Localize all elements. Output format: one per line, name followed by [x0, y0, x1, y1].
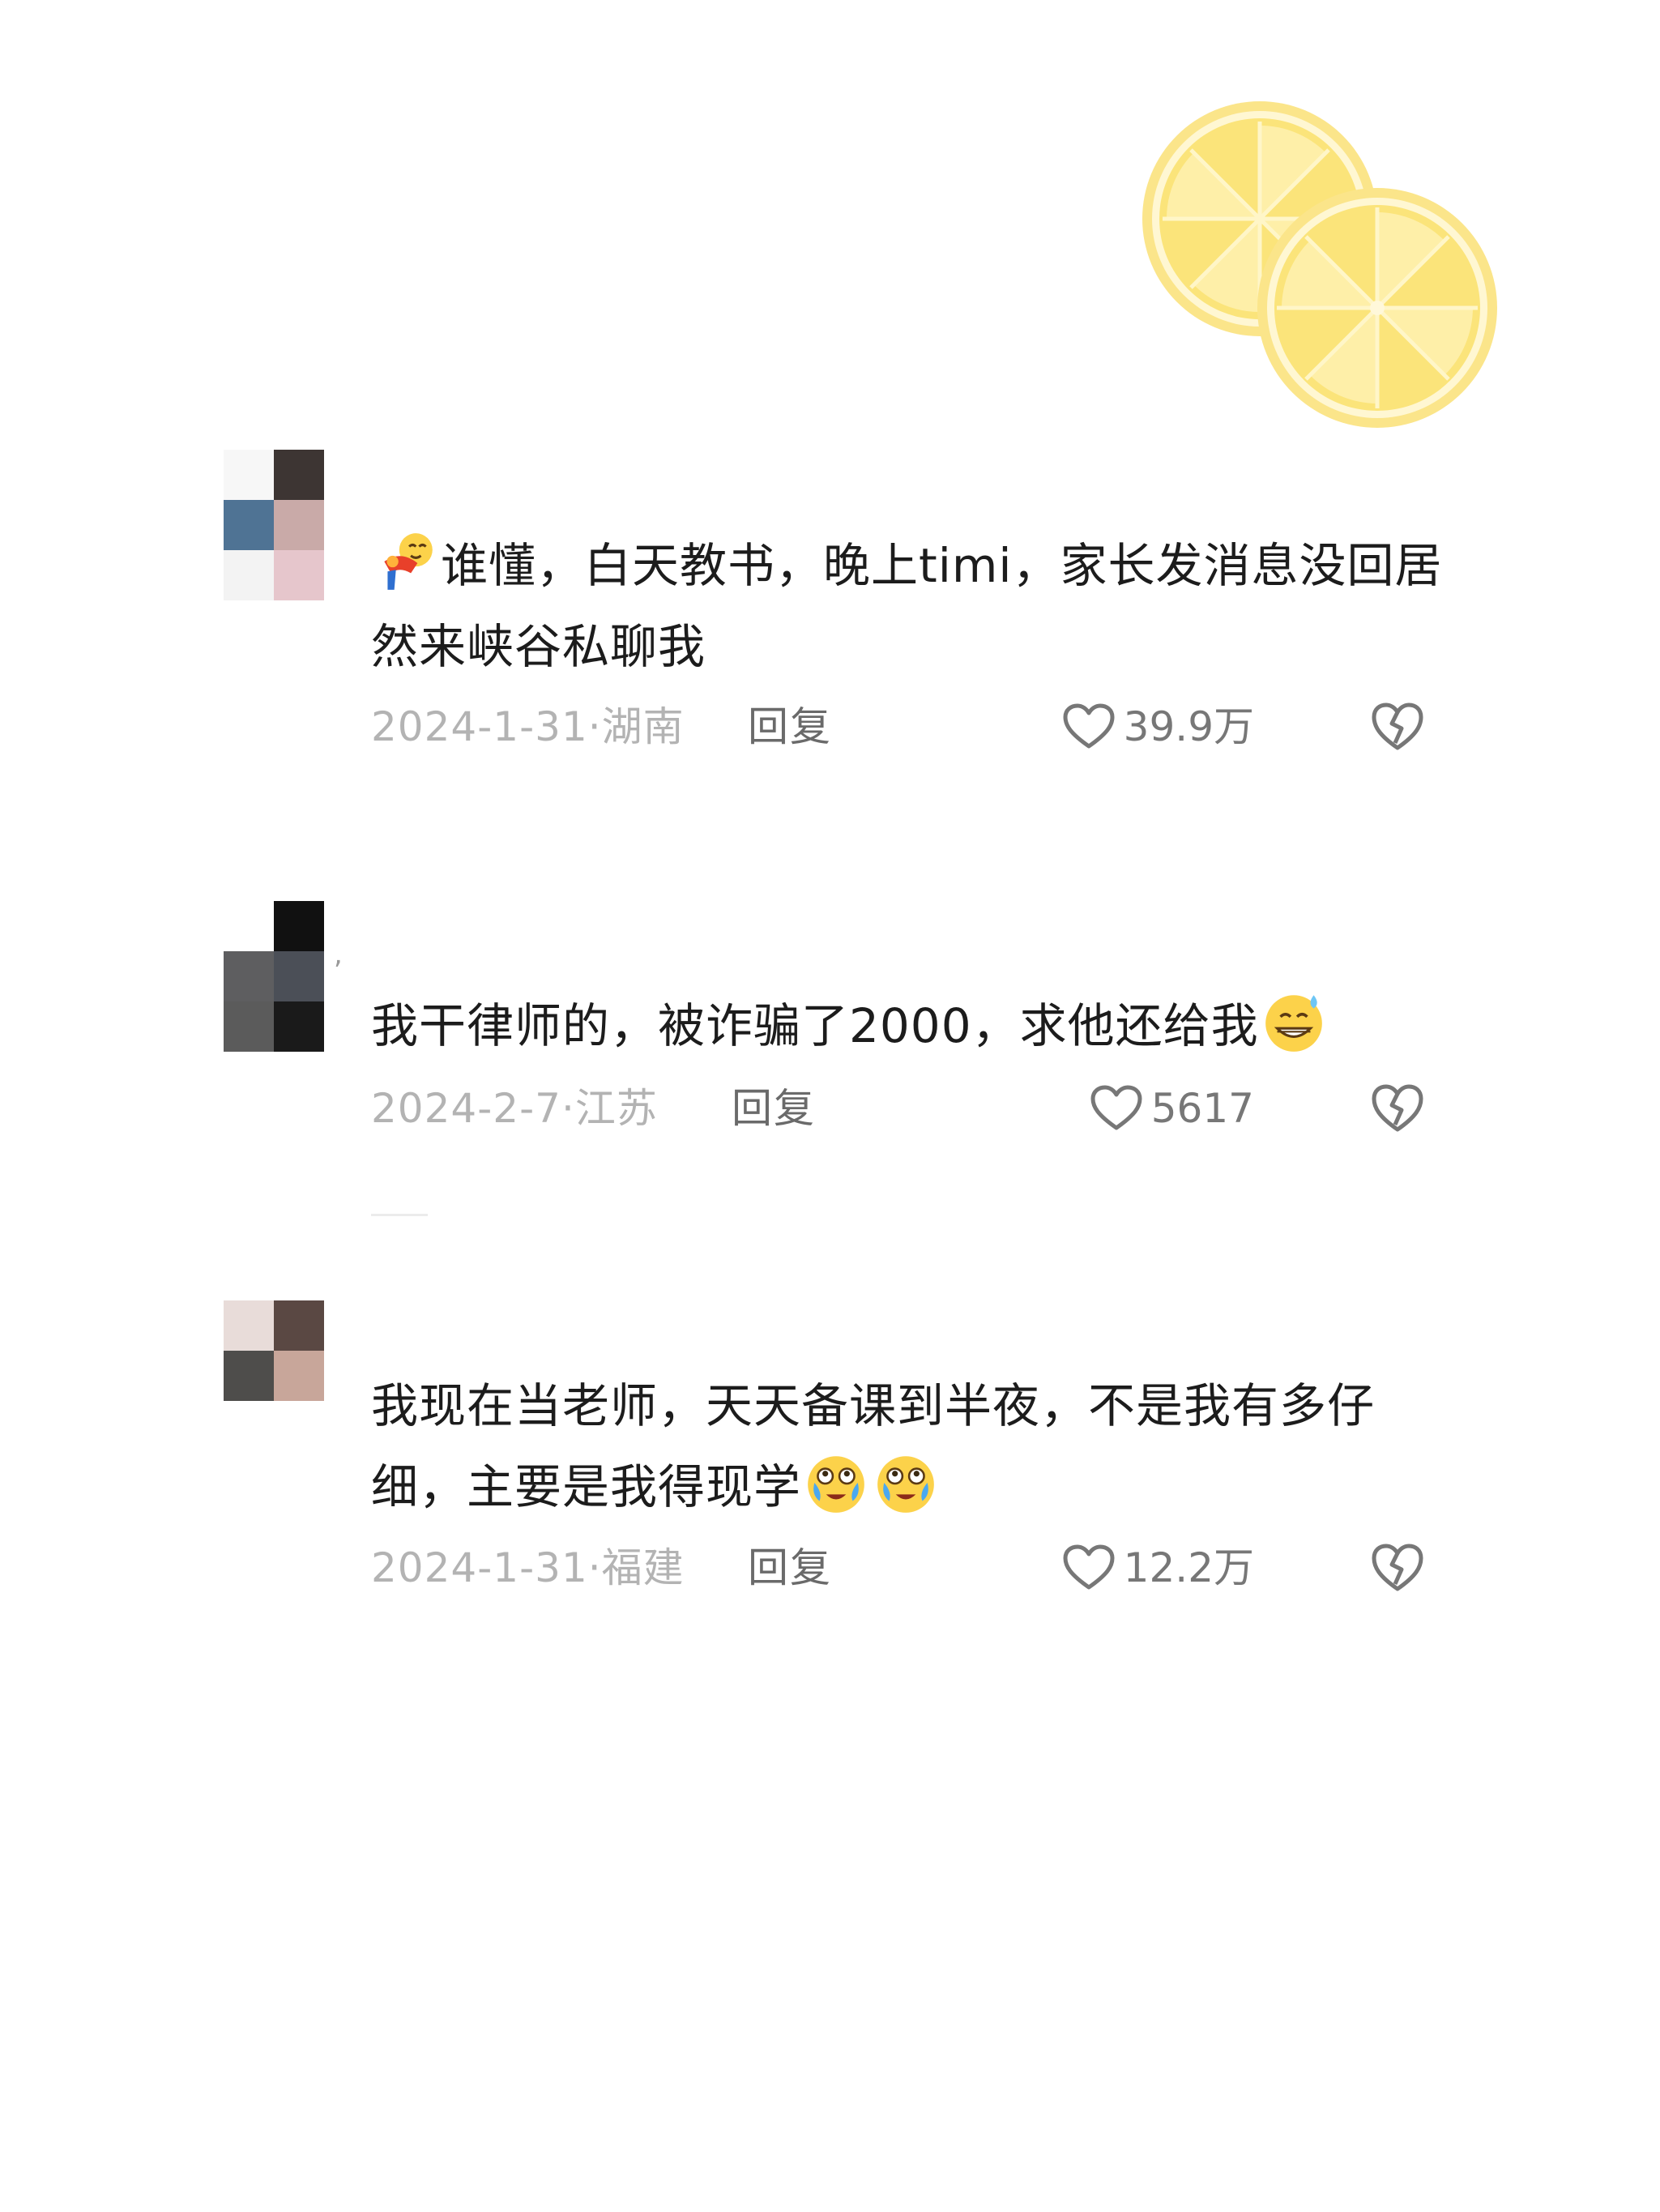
lemon-slices-decoration [1142, 101, 1497, 428]
heart-icon [1090, 1085, 1142, 1130]
like-count: 12.2万 [1123, 1544, 1254, 1591]
comment-text: 谁懂，白天教书，晚上timi，家长发消息没回居然来峡谷私聊我 [371, 525, 1449, 687]
avatar[interactable] [224, 901, 324, 1052]
like-count: 5617 [1150, 1085, 1254, 1132]
comment-date: 2024-2-7·江苏 [371, 1085, 658, 1132]
comment-meta: 2024-1-31·福建 回复 12.2万 [371, 1535, 1424, 1600]
heart-icon [1063, 1544, 1115, 1590]
grinning-sweat-emoji-icon [1265, 995, 1322, 1052]
comment-text: 我干律师的，被诈骗了2000，求他还给我 [371, 985, 1449, 1066]
dislike-broken-heart-icon[interactable] [1371, 701, 1424, 753]
punctuation-mark: , [334, 938, 343, 971]
reply-button[interactable]: 回复 [748, 694, 832, 759]
heart-icon [1063, 703, 1115, 749]
divider [371, 1214, 428, 1216]
reply-button[interactable]: 回复 [748, 1535, 832, 1600]
dislike-broken-heart-icon[interactable] [1371, 1083, 1424, 1134]
comment-meta: 2024-2-7·江苏 回复 5617 [371, 1076, 1424, 1141]
comment-date: 2024-1-31·福建 [371, 1544, 685, 1591]
like-button[interactable]: 12.2万 [1062, 1535, 1254, 1600]
dislike-broken-heart-icon[interactable] [1371, 1542, 1424, 1594]
person-bowing-emoji-icon [384, 533, 433, 590]
like-button[interactable]: 39.9万 [1062, 694, 1254, 759]
comment-text: 我现在当老师，天天备课到半夜，不是我有多仔细，主要是我得现学 [371, 1378, 1376, 1514]
crying-laughing-emoji-icon [877, 1456, 934, 1513]
avatar[interactable] [224, 1300, 324, 1401]
comment-meta: 2024-1-31·湖南 回复 39.9万 [371, 694, 1424, 759]
crying-laughing-emoji-icon [808, 1456, 864, 1513]
reply-button[interactable]: 回复 [732, 1076, 816, 1141]
like-button[interactable]: 5617 [1090, 1076, 1254, 1141]
comment-date: 2024-1-31·湖南 [371, 703, 685, 750]
avatar[interactable] [224, 450, 324, 600]
like-count: 39.9万 [1123, 703, 1254, 750]
